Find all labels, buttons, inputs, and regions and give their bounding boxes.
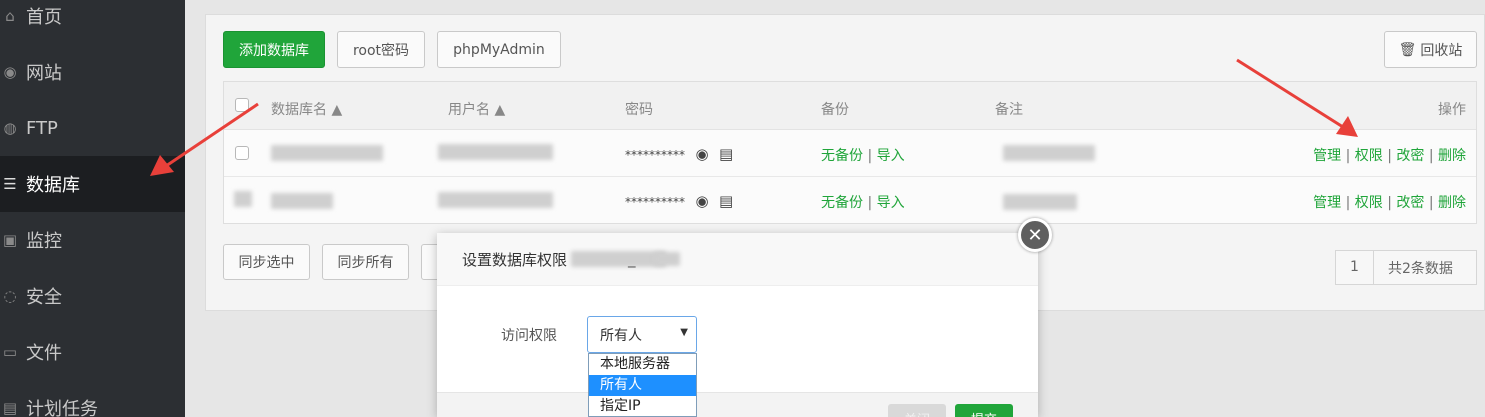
select-all-checkbox[interactable] bbox=[235, 98, 249, 112]
sidebar-item-website[interactable]: ◉ 网站 bbox=[0, 44, 185, 100]
monitor-icon: ▣ bbox=[2, 231, 18, 249]
sidebar-item-label: 监控 bbox=[26, 231, 62, 252]
sidebar-item-database[interactable]: ☰ 数据库 bbox=[0, 156, 185, 212]
column-header-password: 密码 bbox=[625, 102, 653, 118]
trash-icon: 🗑 bbox=[1398, 41, 1417, 58]
sidebar-item-monitor[interactable]: ▣ 监控 bbox=[0, 212, 185, 268]
permission-link[interactable]: 权限 bbox=[1355, 148, 1383, 164]
pagination: 1 共2条数据 bbox=[1335, 250, 1477, 285]
dialog-close-icon[interactable]: ✕ bbox=[1018, 218, 1052, 252]
sidebar-item-label: 网站 bbox=[26, 63, 62, 84]
sidebar-item-files[interactable]: ▭ 文件 bbox=[0, 324, 185, 380]
password-cell: ********** ◉ ▤ bbox=[625, 145, 733, 163]
option-everyone[interactable]: 所有人 bbox=[589, 375, 696, 396]
dialog-title-suffix: _ bbox=[628, 250, 636, 268]
change-password-link[interactable]: 改密 bbox=[1396, 148, 1424, 164]
sync-all-button[interactable]: 同步所有 bbox=[322, 244, 409, 280]
dialog-db-name-redacted bbox=[571, 251, 667, 267]
phpmyadmin-button[interactable]: phpMyAdmin bbox=[437, 31, 561, 68]
column-header-user[interactable]: 用户名 ▲ bbox=[448, 99, 505, 119]
shield-icon: ◌ bbox=[3, 287, 17, 305]
change-password-link[interactable]: 改密 bbox=[1396, 195, 1424, 211]
eye-icon[interactable]: ◉ bbox=[695, 145, 708, 163]
database-table: 数据库名 ▲ 用户名 ▲ 密码 备份 备注 操作 ********** ◉ ▤ … bbox=[223, 81, 1477, 224]
dialog-footer bbox=[437, 392, 1038, 417]
dialog-close-button[interactable]: 关闭 bbox=[888, 404, 946, 417]
db-name-redacted bbox=[271, 193, 333, 209]
ops-cell: 管理 | 权限 | 改密 | 删除 bbox=[1313, 148, 1466, 164]
total-count: 共2条数据 bbox=[1388, 260, 1453, 277]
recycle-bin-label: 回收站 bbox=[1420, 42, 1463, 59]
column-header-backup: 备份 bbox=[821, 102, 849, 118]
sidebar-item-cron[interactable]: ▤ 计划任务 bbox=[0, 380, 185, 417]
password-mask: ********** bbox=[625, 148, 685, 162]
table-row: ********** ◉ ▤ 无备份 | 导入 管理 | 权限 | 改密 | 删… bbox=[224, 177, 1476, 224]
select-value: 所有人 bbox=[600, 327, 642, 344]
permission-link[interactable]: 权限 bbox=[1355, 195, 1383, 211]
column-header-name[interactable]: 数据库名 ▲ bbox=[271, 99, 342, 119]
import-link[interactable]: 导入 bbox=[877, 148, 905, 164]
option-specific-ip[interactable]: 指定IP bbox=[589, 396, 696, 416]
eye-icon[interactable]: ◉ bbox=[695, 192, 708, 210]
dialog-submit-button[interactable]: 提交 bbox=[955, 404, 1013, 417]
sidebar-item-label: 计划任务 bbox=[26, 399, 98, 417]
page-number[interactable]: 1 bbox=[1336, 251, 1374, 284]
folder-icon: ▭ bbox=[2, 343, 18, 361]
option-local-server[interactable]: 本地服务器 bbox=[589, 354, 696, 375]
table-header: 数据库名 ▲ 用户名 ▲ 密码 备份 备注 操作 bbox=[224, 82, 1476, 130]
dialog-db-name-redacted-tail bbox=[653, 252, 680, 266]
no-backup-link[interactable]: 无备份 bbox=[821, 148, 863, 164]
sidebar-item-label: 安全 bbox=[26, 287, 62, 308]
manage-link[interactable]: 管理 bbox=[1313, 148, 1341, 164]
sidebar-item-home[interactable]: ⌂ 首页 bbox=[0, 0, 185, 44]
globe-icon: ◉ bbox=[3, 63, 17, 81]
sidebar-item-ftp[interactable]: ◍ FTP bbox=[0, 100, 185, 156]
user-icon: ◍ bbox=[3, 119, 17, 137]
db-user-redacted bbox=[438, 144, 553, 160]
manage-link[interactable]: 管理 bbox=[1313, 195, 1341, 211]
row-checkbox[interactable] bbox=[235, 146, 249, 160]
add-database-button[interactable]: 添加数据库 bbox=[223, 31, 325, 68]
backup-cell: 无备份 | 导入 bbox=[821, 148, 905, 164]
sync-selected-button[interactable]: 同步选中 bbox=[223, 244, 310, 280]
row-checkbox-redacted bbox=[234, 191, 252, 207]
note-redacted bbox=[1003, 145, 1095, 161]
access-permission-label: 访问权限 bbox=[501, 328, 557, 344]
access-permission-options: 本地服务器 所有人 指定IP bbox=[588, 353, 697, 417]
copy-icon[interactable]: ▤ bbox=[719, 192, 733, 210]
db-name-redacted bbox=[271, 145, 383, 161]
caret-down-icon: ▼ bbox=[680, 327, 688, 338]
import-link[interactable]: 导入 bbox=[877, 195, 905, 211]
no-backup-link[interactable]: 无备份 bbox=[821, 195, 863, 211]
delete-link[interactable]: 删除 bbox=[1438, 148, 1466, 164]
column-header-note: 备注 bbox=[995, 102, 1023, 118]
root-password-button[interactable]: root密码 bbox=[337, 31, 425, 68]
sidebar: ⌂ 首页 ◉ 网站 ◍ FTP ☰ 数据库 ▣ 监控 ◌ 安全 ▭ 文件 ▤ 计… bbox=[0, 0, 185, 417]
table-row: ********** ◉ ▤ 无备份 | 导入 管理 | 权限 | 改密 | 删… bbox=[224, 130, 1476, 177]
access-permission-select[interactable]: 所有人 ▼ bbox=[587, 316, 697, 353]
sidebar-item-security[interactable]: ◌ 安全 bbox=[0, 268, 185, 324]
note-redacted bbox=[1003, 194, 1077, 210]
sidebar-item-label: 首页 bbox=[26, 7, 62, 28]
copy-icon[interactable]: ▤ bbox=[719, 145, 733, 163]
delete-link[interactable]: 删除 bbox=[1438, 195, 1466, 211]
password-mask: ********** bbox=[625, 195, 685, 209]
home-icon: ⌂ bbox=[5, 7, 15, 25]
db-user-redacted bbox=[438, 192, 553, 208]
ops-cell: 管理 | 权限 | 改密 | 删除 bbox=[1313, 195, 1466, 211]
database-icon: ☰ bbox=[3, 175, 17, 193]
sidebar-item-label: FTP bbox=[26, 117, 58, 139]
backup-cell: 无备份 | 导入 bbox=[821, 195, 905, 211]
clock-icon: ▤ bbox=[2, 399, 18, 417]
sidebar-item-label: 数据库 bbox=[26, 175, 80, 196]
dialog-title: 设置数据库权限 bbox=[462, 250, 568, 269]
recycle-bin-button[interactable]: 🗑 回收站 bbox=[1384, 31, 1477, 68]
password-cell: ********** ◉ ▤ bbox=[625, 192, 733, 210]
sidebar-item-label: 文件 bbox=[26, 343, 62, 364]
dialog-title-bar: 设置数据库权限 _ bbox=[437, 233, 1038, 286]
column-header-ops: 操作 bbox=[1438, 102, 1466, 118]
